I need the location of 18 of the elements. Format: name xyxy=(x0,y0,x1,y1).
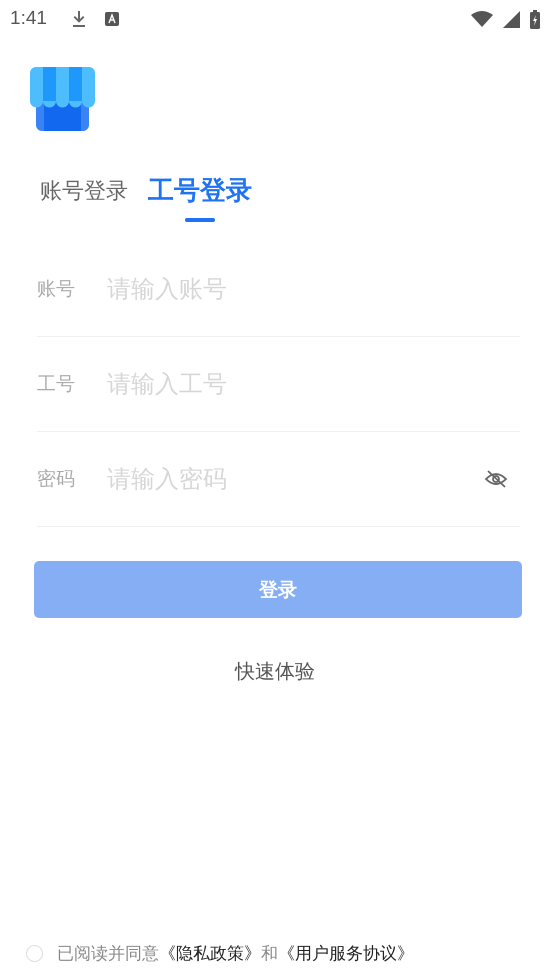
field-label: 工号 xyxy=(37,372,76,397)
download-icon xyxy=(70,10,87,28)
status-time: 1:41 xyxy=(10,8,47,30)
agreement-checkbox[interactable] xyxy=(26,945,43,962)
battery-icon xyxy=(530,10,540,28)
user-agreement-link[interactable]: 《用户服务协议》 xyxy=(278,944,414,964)
signal-icon xyxy=(503,10,520,28)
quick-experience-link[interactable]: 快速体验 xyxy=(235,658,315,685)
eye-slash-icon[interactable] xyxy=(484,469,508,489)
login-tab[interactable]: 工号登录 xyxy=(148,169,252,222)
field-label: 账号 xyxy=(37,277,76,302)
store-logo xyxy=(30,67,96,133)
field-label: 密码 xyxy=(37,467,76,492)
login-tab[interactable]: 账号登录 xyxy=(40,169,128,222)
wifi-icon xyxy=(471,11,493,27)
privacy-policy-link[interactable]: 《隐私政策》 xyxy=(159,944,261,964)
text-notification-icon xyxy=(104,12,119,26)
agreement-text: 已阅读并同意《隐私政策》和《用户服务协议》 xyxy=(57,943,414,965)
